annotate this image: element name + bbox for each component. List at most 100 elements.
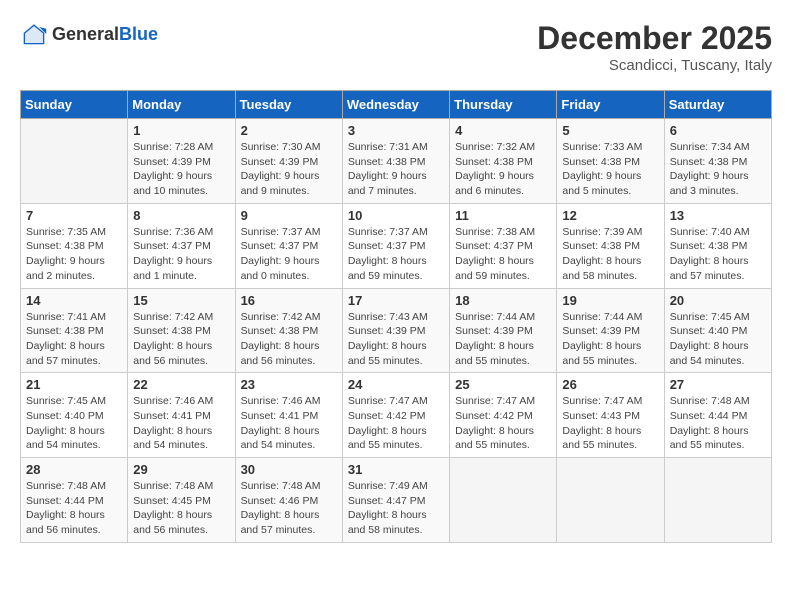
day-info: Sunrise: 7:28 AM Sunset: 4:39 PM Dayligh… [133, 140, 229, 199]
calendar-cell: 27 Sunrise: 7:48 AM Sunset: 4:44 PM Dayli… [664, 373, 771, 458]
day-of-week-header: Monday [128, 91, 235, 119]
day-of-week-header: Wednesday [342, 91, 449, 119]
day-number: 29 [133, 462, 229, 477]
calendar-cell: 9Sunrise: 7:37 AM Sunset: 4:37 PM Daylig… [235, 203, 342, 288]
day-info: Sunrise: 7:38 AM Sunset: 4:37 PM Dayligh… [455, 225, 551, 284]
logo: GeneralBlue [20, 20, 158, 48]
day-number: 23 [241, 377, 337, 392]
month-year-title: December 2025 [537, 20, 772, 57]
day-info: Sunrise: 7:43 AM Sunset: 4:39 PM Dayligh… [348, 310, 444, 369]
day-info: Sunrise: 7:36 AM Sunset: 4:37 PM Dayligh… [133, 225, 229, 284]
day-number: 3 [348, 123, 444, 138]
calendar-cell: 24 Sunrise: 7:47 AM Sunset: 4:42 PM Dayli… [342, 373, 449, 458]
day-info: Sunrise: 7:42 AM Sunset: 4:38 PM Dayligh… [133, 310, 229, 369]
calendar-cell: 14Sunrise: 7:41 AM Sunset: 4:38 PM Dayli… [21, 288, 128, 373]
calendar-cell: 15Sunrise: 7:42 AM Sunset: 4:38 PM Dayli… [128, 288, 235, 373]
day-of-week-header: Thursday [450, 91, 557, 119]
day-info: Sunrise: 7:42 AM Sunset: 4:38 PM Dayligh… [241, 310, 337, 369]
calendar-cell: 5 Sunrise: 7:33 AM Sunset: 4:38 PM Daylig… [557, 119, 664, 204]
calendar-cell: 1 Sunrise: 7:28 AM Sunset: 4:39 PM Daylig… [128, 119, 235, 204]
day-info: Sunrise: 7:48 AM Sunset: 4:44 PM Dayligh… [670, 394, 766, 453]
calendar-cell: 10Sunrise: 7:37 AM Sunset: 4:37 PM Dayli… [342, 203, 449, 288]
day-info: Sunrise: 7:31 AM Sunset: 4:38 PM Dayligh… [348, 140, 444, 199]
day-of-week-header: Tuesday [235, 91, 342, 119]
logo-text: GeneralBlue [52, 24, 158, 45]
day-number: 21 [26, 377, 122, 392]
calendar-cell: 26 Sunrise: 7:47 AM Sunset: 4:43 PM Dayli… [557, 373, 664, 458]
day-number: 6 [670, 123, 766, 138]
day-info: Sunrise: 7:45 AM Sunset: 4:40 PM Dayligh… [26, 394, 122, 453]
calendar-cell: 11Sunrise: 7:38 AM Sunset: 4:37 PM Dayli… [450, 203, 557, 288]
calendar-cell: 8 Sunrise: 7:36 AM Sunset: 4:37 PM Daylig… [128, 203, 235, 288]
calendar-cell: 31 Sunrise: 7:49 AM Sunset: 4:47 PM Dayli… [342, 458, 449, 543]
day-info: Sunrise: 7:48 AM Sunset: 4:44 PM Dayligh… [26, 479, 122, 538]
day-number: 13 [670, 208, 766, 223]
calendar-week-row: 7Sunrise: 7:35 AM Sunset: 4:38 PM Daylig… [21, 203, 772, 288]
calendar-header-row: SundayMondayTuesdayWednesdayThursdayFrid… [21, 91, 772, 119]
day-info: Sunrise: 7:46 AM Sunset: 4:41 PM Dayligh… [241, 394, 337, 453]
day-number: 27 [670, 377, 766, 392]
day-info: Sunrise: 7:32 AM Sunset: 4:38 PM Dayligh… [455, 140, 551, 199]
calendar-cell: 19 Sunrise: 7:44 AM Sunset: 4:39 PM Dayli… [557, 288, 664, 373]
day-info: Sunrise: 7:48 AM Sunset: 4:45 PM Dayligh… [133, 479, 229, 538]
day-info: Sunrise: 7:39 AM Sunset: 4:38 PM Dayligh… [562, 225, 658, 284]
calendar-cell [557, 458, 664, 543]
day-number: 19 [562, 293, 658, 308]
day-number: 10 [348, 208, 444, 223]
calendar-cell: 21 Sunrise: 7:45 AM Sunset: 4:40 PM Dayli… [21, 373, 128, 458]
day-number: 18 [455, 293, 551, 308]
day-of-week-header: Sunday [21, 91, 128, 119]
day-number: 24 [348, 377, 444, 392]
calendar-cell [450, 458, 557, 543]
day-number: 28 [26, 462, 122, 477]
calendar-cell: 30 Sunrise: 7:48 AM Sunset: 4:46 PM Dayli… [235, 458, 342, 543]
calendar-cell: 2 Sunrise: 7:30 AM Sunset: 4:39 PM Daylig… [235, 119, 342, 204]
calendar-cell: 22Sunrise: 7:46 AM Sunset: 4:41 PM Dayli… [128, 373, 235, 458]
calendar-cell: 20 Sunrise: 7:45 AM Sunset: 4:40 PM Dayli… [664, 288, 771, 373]
calendar-cell: 4 Sunrise: 7:32 AM Sunset: 4:38 PM Daylig… [450, 119, 557, 204]
day-number: 9 [241, 208, 337, 223]
logo-general: General [52, 24, 119, 44]
calendar-cell: 29 Sunrise: 7:48 AM Sunset: 4:45 PM Dayli… [128, 458, 235, 543]
calendar-table: SundayMondayTuesdayWednesdayThursdayFrid… [20, 90, 772, 543]
day-number: 25 [455, 377, 551, 392]
calendar-cell [664, 458, 771, 543]
day-info: Sunrise: 7:47 AM Sunset: 4:43 PM Dayligh… [562, 394, 658, 453]
day-number: 26 [562, 377, 658, 392]
location-subtitle: Scandicci, Tuscany, Italy [537, 57, 772, 74]
logo-blue: Blue [119, 24, 158, 44]
day-info: Sunrise: 7:48 AM Sunset: 4:46 PM Dayligh… [241, 479, 337, 538]
day-number: 16 [241, 293, 337, 308]
calendar-cell: 23 Sunrise: 7:46 AM Sunset: 4:41 PM Dayli… [235, 373, 342, 458]
day-info: Sunrise: 7:41 AM Sunset: 4:38 PM Dayligh… [26, 310, 122, 369]
calendar-cell: 7Sunrise: 7:35 AM Sunset: 4:38 PM Daylig… [21, 203, 128, 288]
calendar-cell: 18Sunrise: 7:44 AM Sunset: 4:39 PM Dayli… [450, 288, 557, 373]
day-number: 30 [241, 462, 337, 477]
day-info: Sunrise: 7:47 AM Sunset: 4:42 PM Dayligh… [348, 394, 444, 453]
day-info: Sunrise: 7:33 AM Sunset: 4:38 PM Dayligh… [562, 140, 658, 199]
calendar-cell: 6Sunrise: 7:34 AM Sunset: 4:38 PM Daylig… [664, 119, 771, 204]
calendar-cell: 12Sunrise: 7:39 AM Sunset: 4:38 PM Dayli… [557, 203, 664, 288]
day-info: Sunrise: 7:30 AM Sunset: 4:39 PM Dayligh… [241, 140, 337, 199]
calendar-cell: 25 Sunrise: 7:47 AM Sunset: 4:42 PM Dayli… [450, 373, 557, 458]
calendar-week-row: 14Sunrise: 7:41 AM Sunset: 4:38 PM Dayli… [21, 288, 772, 373]
day-number: 5 [562, 123, 658, 138]
calendar-week-row: 1 Sunrise: 7:28 AM Sunset: 4:39 PM Daylig… [21, 119, 772, 204]
day-number: 20 [670, 293, 766, 308]
calendar-week-row: 21 Sunrise: 7:45 AM Sunset: 4:40 PM Dayli… [21, 373, 772, 458]
day-info: Sunrise: 7:45 AM Sunset: 4:40 PM Dayligh… [670, 310, 766, 369]
day-info: Sunrise: 7:35 AM Sunset: 4:38 PM Dayligh… [26, 225, 122, 284]
page-header: GeneralBlue December 2025 Scandicci, Tus… [20, 20, 772, 74]
day-info: Sunrise: 7:49 AM Sunset: 4:47 PM Dayligh… [348, 479, 444, 538]
day-number: 8 [133, 208, 229, 223]
day-info: Sunrise: 7:47 AM Sunset: 4:42 PM Dayligh… [455, 394, 551, 453]
day-number: 4 [455, 123, 551, 138]
day-number: 31 [348, 462, 444, 477]
day-number: 2 [241, 123, 337, 138]
day-info: Sunrise: 7:46 AM Sunset: 4:41 PM Dayligh… [133, 394, 229, 453]
calendar-cell: 13Sunrise: 7:40 AM Sunset: 4:38 PM Dayli… [664, 203, 771, 288]
calendar-cell: 3 Sunrise: 7:31 AM Sunset: 4:38 PM Daylig… [342, 119, 449, 204]
day-number: 1 [133, 123, 229, 138]
calendar-week-row: 28 Sunrise: 7:48 AM Sunset: 4:44 PM Dayli… [21, 458, 772, 543]
day-info: Sunrise: 7:44 AM Sunset: 4:39 PM Dayligh… [562, 310, 658, 369]
